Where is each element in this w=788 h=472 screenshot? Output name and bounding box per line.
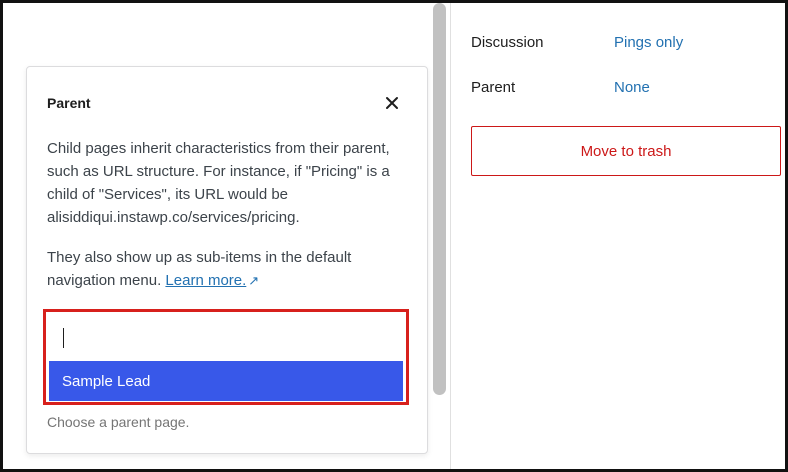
parent-popover: Parent Child pages inherit characteristi… — [26, 66, 428, 454]
suggestion-option[interactable]: Sample Lead — [49, 361, 403, 401]
row-label-discussion: Discussion — [471, 34, 544, 51]
settings-sidebar: Discussion Pings only Parent None Move t… — [451, 3, 785, 469]
help-text: Choose a parent page. — [47, 414, 190, 430]
row-label-parent: Parent — [471, 79, 516, 96]
external-link-icon: ↗ — [248, 273, 260, 288]
close-icon — [386, 97, 398, 109]
popover-title: Parent — [47, 95, 91, 111]
parent-search-input[interactable] — [49, 315, 403, 361]
parent-value-link[interactable]: None — [614, 79, 650, 96]
parent-combobox: Sample Lead — [43, 309, 409, 405]
learn-more-link[interactable]: Learn more. — [165, 272, 246, 289]
discussion-value-link[interactable]: Pings only — [614, 34, 683, 51]
popover-description-secondary: They also show up as sub-items in the de… — [47, 246, 409, 292]
popover-description: Child pages inherit characteristics from… — [47, 140, 390, 226]
close-button[interactable] — [381, 92, 403, 114]
move-to-trash-button[interactable]: Move to trash — [471, 126, 781, 176]
scrollbar-thumb[interactable] — [433, 3, 446, 395]
text-caret — [63, 328, 64, 348]
